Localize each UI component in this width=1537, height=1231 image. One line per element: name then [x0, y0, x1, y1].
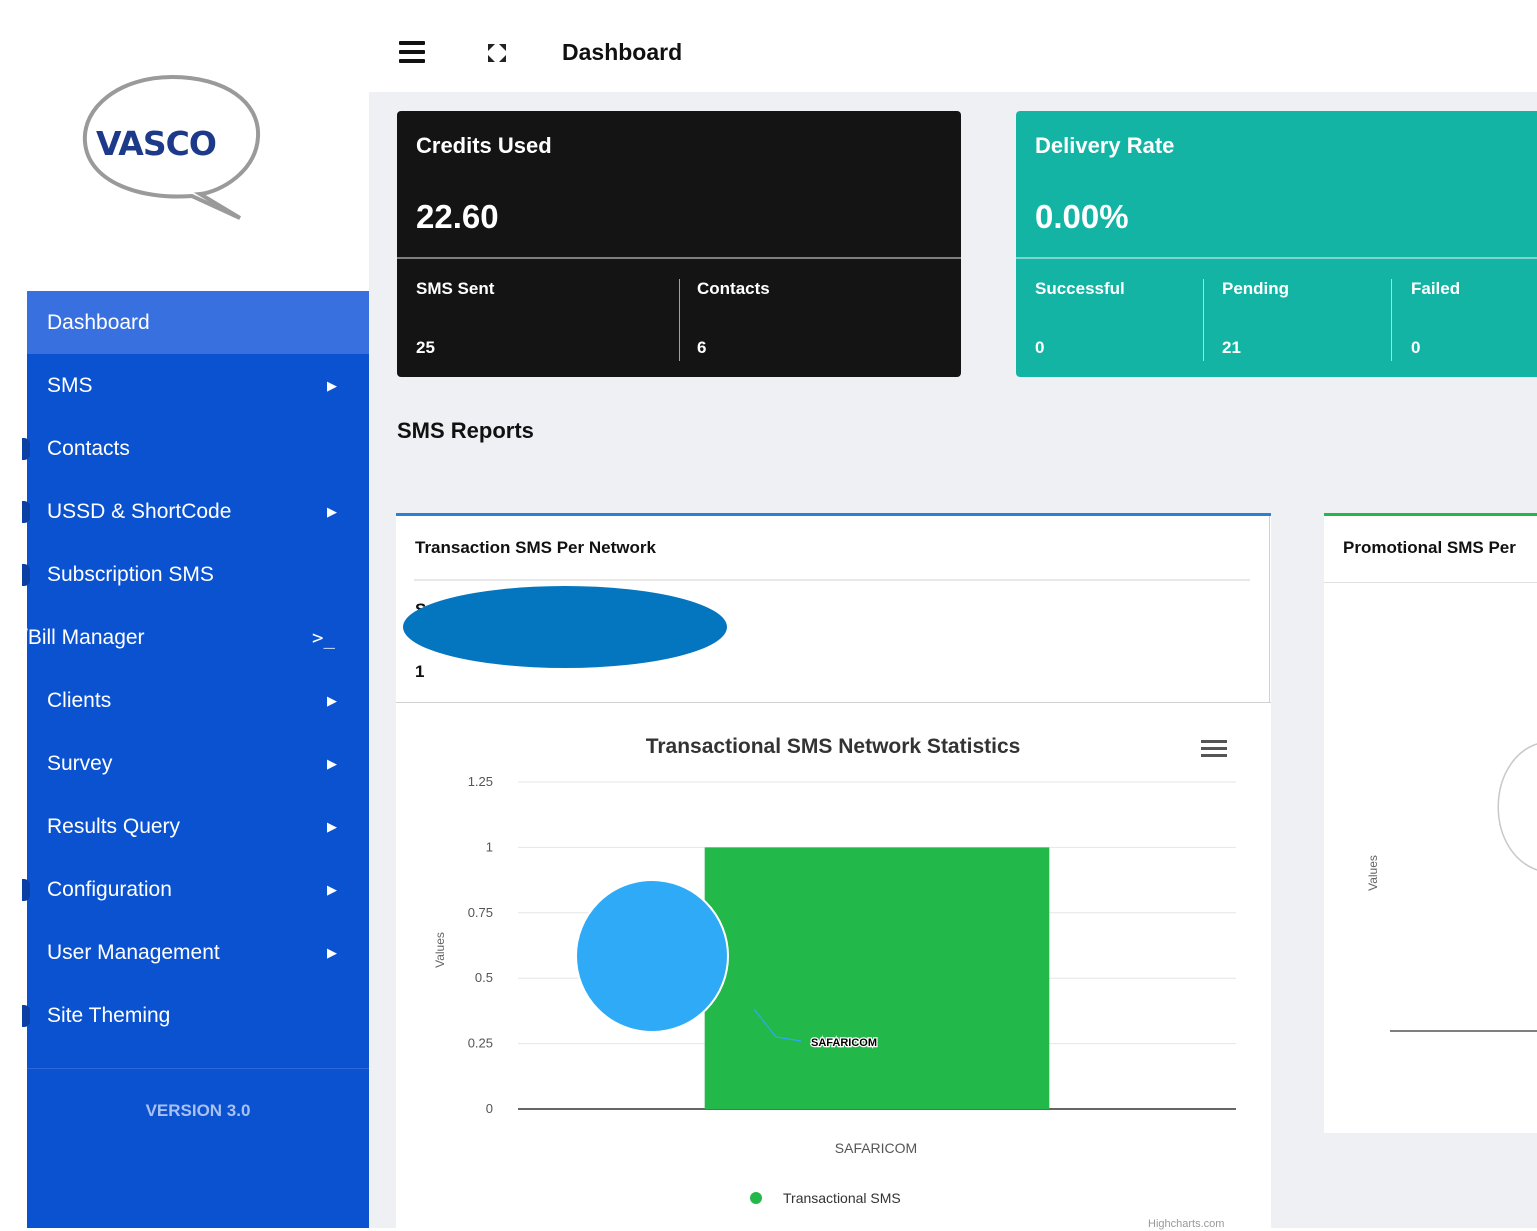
y-axis-label: Values [433, 932, 447, 968]
panel-title: Transaction SMS Per Network [415, 538, 656, 557]
version-label: VERSION 3.0 [145, 1101, 251, 1120]
sidebar-item-label: Dashboard [47, 310, 150, 334]
pending-label: Pending [1222, 279, 1290, 298]
data-label: SAFARICOM [811, 1037, 877, 1049]
sidebar-item-results-query[interactable]: Results Query ▶ [27, 795, 369, 858]
chart-credits[interactable]: Highcharts.com [1148, 1218, 1224, 1230]
y-tick-label: 0.5 [475, 970, 493, 985]
sidebar-item-label: Site Theming [47, 1003, 171, 1027]
sidebar-item-label: SMS [47, 373, 93, 397]
chevron-right-icon: ▶ [327, 692, 337, 708]
nav-marker [22, 878, 30, 901]
network-count: 1 [415, 662, 425, 681]
card-divider [1203, 279, 1204, 361]
sidebar-item-label: /Bill Manager [22, 625, 145, 649]
sidebar-item-label: Survey [47, 751, 113, 775]
sidebar-item-label: Configuration [47, 877, 172, 901]
failed-label: Failed [1411, 279, 1461, 298]
sms-sent-label: SMS Sent [416, 279, 495, 298]
sidebar-item-ussd-shortcode[interactable]: USSD & ShortCode ▶ [22, 480, 369, 543]
y-tick-label: 0.25 [468, 1036, 493, 1051]
y-tick-label: 0.75 [468, 905, 493, 920]
credits-card-value: 22.60 [416, 198, 499, 235]
sidebar-item-label: Contacts [47, 436, 130, 460]
contacts-value: 6 [697, 338, 707, 357]
sidebar-item-configuration[interactable]: Configuration ▶ [22, 858, 369, 921]
chevron-right-icon: ▶ [327, 755, 337, 771]
sidebar-item-survey[interactable]: Survey ▶ [27, 732, 369, 795]
sidebar-item-contacts[interactable]: Contacts [22, 417, 369, 480]
panel-divider [414, 579, 1250, 581]
chevron-right-icon: ▶ [327, 818, 337, 834]
chart-title: Transactional SMS Network Statistics [646, 735, 1021, 758]
main-content: Credits Used 22.60 SMS Sent 25 Contacts … [369, 92, 1537, 1230]
card-divider [1016, 257, 1537, 259]
chart-bars: SAFARICOM [575, 847, 1050, 1109]
nav-marker [22, 437, 30, 460]
promotional-chart: Values [1366, 743, 1537, 1032]
nav-marker [22, 1004, 30, 1027]
legend-label[interactable]: Transactional SMS [783, 1190, 901, 1206]
chevron-right-icon: ▶ [327, 377, 337, 393]
promotional-sms-panel: Promotional SMS Per Values [1324, 513, 1537, 1133]
failed-value: 0 [1411, 338, 1421, 357]
chart-menu-icon[interactable] [1201, 740, 1227, 760]
chevron-right-icon: ▶ [327, 944, 337, 960]
redaction-ellipse [403, 586, 727, 668]
y-axis-label: Values [1366, 855, 1380, 891]
successful-label: Successful [1035, 279, 1125, 298]
chevron-right-icon: ▶ [327, 503, 337, 519]
panel-divider [1269, 516, 1270, 703]
x-category-label: SAFARICOM [835, 1140, 917, 1156]
sidebar-item-bill-manager[interactable]: /Bill Manager >_ [0, 606, 369, 669]
delivery-card-value: 0.00% [1035, 198, 1129, 235]
page-title: Dashboard [562, 39, 683, 65]
transactional-sms-chart: Transactional SMS Network Statistics 0 0.… [433, 735, 1236, 1206]
pie-outline [1497, 743, 1537, 871]
card-divider [1391, 279, 1392, 361]
terminal-icon: >_ [312, 626, 335, 649]
nav-marker [22, 563, 30, 586]
sidebar-item-label: USSD & ShortCode [47, 499, 232, 523]
card-divider [397, 257, 961, 259]
sidebar-item-site-theming[interactable]: Site Theming [22, 984, 369, 1047]
sidebar-item-sms[interactable]: SMS ▶ [27, 354, 369, 417]
sidebar-item-label: Clients [47, 688, 112, 712]
successful-value: 0 [1035, 338, 1045, 357]
contacts-label: Contacts [697, 279, 770, 298]
sidebar-item-clients[interactable]: Clients ▶ [27, 669, 369, 732]
sidebar-item-user-management[interactable]: User Management ▶ [27, 921, 369, 984]
highlight-bubble[interactable] [575, 879, 729, 1033]
sidebar-item-label: Subscription SMS [47, 562, 214, 586]
delivery-card-title: Delivery Rate [1035, 133, 1175, 158]
sidebar-divider [27, 1068, 369, 1069]
sidebar: VASCO Dashboard SMS ▶ Contacts USSD & Sh… [0, 0, 369, 1228]
sidebar-item-label: Results Query [47, 814, 181, 838]
chevron-right-icon: ▶ [327, 881, 337, 897]
fullscreen-icon[interactable] [485, 41, 509, 71]
legend-marker[interactable] [750, 1192, 762, 1204]
bar-safaricom[interactable] [704, 847, 1050, 1109]
y-tick-label: 1 [486, 839, 493, 854]
y-tick-label: 0 [486, 1101, 493, 1116]
nav-marker [22, 500, 30, 523]
card-divider [679, 279, 680, 361]
sidebar-nav: Dashboard SMS ▶ Contacts USSD & ShortCod… [22, 291, 369, 1228]
logo[interactable]: VASCO [80, 72, 265, 222]
topbar: Dashboard [369, 10, 1537, 92]
sms-sent-value: 25 [416, 338, 435, 357]
credits-card-title: Credits Used [416, 133, 552, 158]
credits-used-card: Credits Used 22.60 SMS Sent 25 Contacts … [397, 111, 961, 377]
sms-reports-heading: SMS Reports [397, 418, 534, 443]
pending-value: 21 [1222, 338, 1241, 357]
sidebar-item-subscription-sms[interactable]: Subscription SMS [22, 543, 369, 606]
hamburger-menu-icon[interactable] [399, 41, 425, 63]
panel-title: Promotional SMS Per [1343, 538, 1516, 557]
delivery-rate-card: Delivery Rate 0.00% Successful 0 Pending… [1016, 111, 1537, 377]
logo-text: VASCO [96, 124, 217, 163]
transaction-sms-panel: Transaction SMS Per Network S 1 Transact… [396, 513, 1271, 1230]
sidebar-item-label: User Management [47, 940, 220, 964]
sidebar-item-dashboard[interactable]: Dashboard [27, 291, 369, 354]
y-tick-label: 1.25 [468, 774, 493, 789]
